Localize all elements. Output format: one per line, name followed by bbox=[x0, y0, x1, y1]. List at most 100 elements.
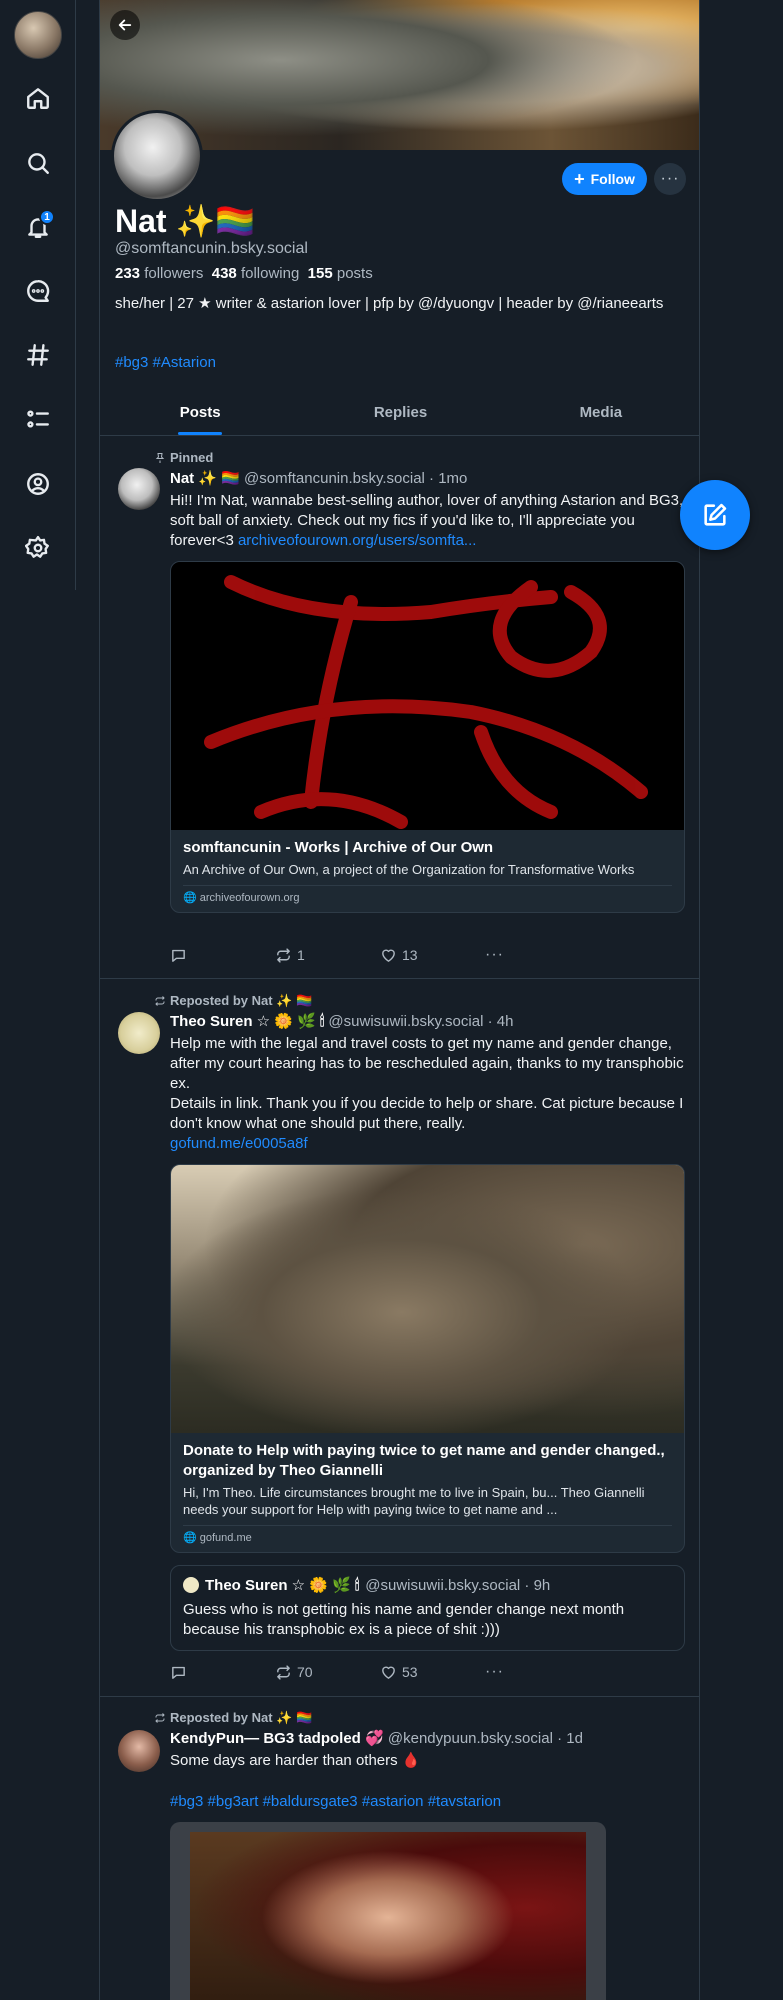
profile-hashtags[interactable]: #bg3 #Astarion bbox=[115, 354, 216, 371]
link-card-domain-text: gofund.me bbox=[199, 1532, 252, 1544]
pinned-label: Pinned bbox=[170, 450, 214, 465]
followers-count[interactable]: 233 bbox=[115, 265, 140, 282]
post-author-name[interactable]: Theo Suren ☆ 🌼 🌿 🕯 bbox=[170, 1013, 324, 1030]
feed-post[interactable]: Reposted by Nat ✨ 🏳️‍🌈 KendyPun— BG3 tad… bbox=[100, 1697, 699, 2000]
plus-icon: + bbox=[574, 169, 585, 189]
heart-icon bbox=[382, 949, 395, 962]
notifications-icon[interactable]: 1 bbox=[22, 209, 55, 243]
profile-display-name: Nat ✨🏳️‍🌈 bbox=[115, 203, 256, 239]
tab-media[interactable]: Media bbox=[501, 396, 699, 435]
profile-column: + Follow ··· Nat ✨🏳️‍🌈 @somftancunin.bsk… bbox=[99, 0, 700, 2000]
link-card-title: somftancunin - Works | Archive of Our Ow… bbox=[183, 839, 494, 856]
profile-stats: 233 followers 438 following 155 posts bbox=[115, 265, 373, 282]
compose-pencil-icon bbox=[704, 503, 727, 526]
heart-icon bbox=[382, 1666, 395, 1679]
like-button[interactable]: 53 bbox=[380, 1663, 485, 1681]
repost-count: 70 bbox=[297, 1664, 313, 1680]
tab-replies[interactable]: Replies bbox=[300, 396, 500, 435]
post-handle-time[interactable]: @suwisuwii.bsky.social · 4h bbox=[328, 1013, 513, 1030]
reply-button[interactable] bbox=[170, 946, 275, 964]
post-options-button[interactable]: ··· bbox=[485, 946, 590, 964]
post-link[interactable]: gofund.me/e0005a8f bbox=[170, 1134, 690, 1154]
link-card-title: Donate to Help with paying twice to get … bbox=[183, 1442, 665, 1479]
post-options-button[interactable]: ··· bbox=[485, 1663, 590, 1681]
like-count: 13 bbox=[402, 947, 418, 963]
repost-count: 1 bbox=[297, 947, 305, 963]
arrow-left-icon bbox=[118, 19, 132, 31]
compose-button[interactable] bbox=[680, 480, 750, 550]
post-body: Some days are harder than others 🩸 bbox=[170, 1752, 421, 1769]
post-header: Theo Suren ☆ 🌼 🌿 🕯 @suwisuwii.bsky.socia… bbox=[170, 1012, 513, 1030]
following-count[interactable]: 438 bbox=[212, 265, 237, 282]
post-author-name[interactable]: KendyPun— BG3 tadpoled 💞 bbox=[170, 1730, 384, 1747]
post-handle-time[interactable]: @somftancunin.bsky.social · 1mo bbox=[244, 470, 467, 487]
post-author-avatar[interactable] bbox=[118, 1730, 160, 1772]
current-user-avatar[interactable] bbox=[14, 11, 62, 59]
reply-icon bbox=[172, 1666, 185, 1679]
link-card-domain: 🌐 archiveofourown.org bbox=[183, 885, 672, 912]
post-author-name[interactable]: Nat ✨ 🏳️‍🌈 bbox=[170, 470, 240, 487]
home-icon[interactable] bbox=[22, 82, 54, 114]
quoted-post[interactable]: Theo Suren ☆ 🌼 🌿 🕯 @suwisuwii.bsky.socia… bbox=[170, 1565, 685, 1651]
link-card-domain: 🌐 gofund.me bbox=[183, 1525, 672, 1552]
post-hashtags[interactable]: #bg3 #bg3art #baldursgate3 #astarion #ta… bbox=[170, 1792, 690, 1812]
link-card[interactable]: Donate to Help with paying twice to get … bbox=[170, 1164, 685, 1553]
back-button[interactable] bbox=[110, 10, 140, 40]
post-media-image bbox=[190, 1832, 586, 2000]
post-actions: 70 53 ··· bbox=[170, 1663, 590, 1681]
post-link[interactable]: archiveofourown.org/users/somfta... bbox=[238, 532, 476, 549]
repost-button[interactable]: 70 bbox=[275, 1663, 380, 1681]
reposted-by-label[interactable]: Reposted by Nat ✨ 🏳️‍🌈 bbox=[170, 1710, 312, 1726]
link-card[interactable]: somftancunin - Works | Archive of Our Ow… bbox=[170, 561, 685, 913]
post-context: Reposted by Nat ✨ 🏳️‍🌈 bbox=[154, 1710, 312, 1726]
follow-label: Follow bbox=[590, 171, 635, 187]
quoted-author-name: Theo Suren ☆ 🌼 🌿 🕯 bbox=[205, 1577, 360, 1594]
repost-icon bbox=[155, 996, 165, 1006]
feed-post[interactable]: Pinned Nat ✨ 🏳️‍🌈 @somftancunin.bsky.soc… bbox=[100, 437, 699, 979]
post-header: Nat ✨ 🏳️‍🌈 @somftancunin.bsky.social · 1… bbox=[170, 469, 467, 487]
profile-avatar[interactable] bbox=[111, 110, 203, 202]
quoted-handle-time: @suwisuwii.bsky.social · 9h bbox=[365, 1576, 551, 1594]
repost-button[interactable]: 1 bbox=[275, 946, 380, 964]
link-card-image bbox=[171, 1165, 684, 1433]
reply-icon bbox=[172, 949, 185, 962]
quoted-author-avatar bbox=[183, 1577, 199, 1593]
chat-icon[interactable] bbox=[22, 275, 54, 307]
repost-icon bbox=[277, 947, 290, 963]
post-body: Help me with the legal and travel costs … bbox=[170, 1035, 684, 1132]
like-count: 53 bbox=[402, 1664, 418, 1680]
posts-label: posts bbox=[336, 265, 373, 282]
tab-posts[interactable]: Posts bbox=[100, 396, 300, 435]
post-author-avatar[interactable] bbox=[118, 468, 160, 510]
link-card-description: An Archive of Our Own, a project of the … bbox=[183, 862, 635, 877]
globe-icon: 🌐 bbox=[183, 1532, 197, 1544]
repost-icon bbox=[277, 1664, 290, 1680]
link-card-domain-text: archiveofourown.org bbox=[199, 892, 300, 904]
feed-post[interactable]: Reposted by Nat ✨ 🏳️‍🌈 Theo Suren ☆ 🌼 🌿 … bbox=[100, 979, 699, 1697]
posts-count: 155 bbox=[307, 265, 333, 282]
feeds-hash-icon[interactable] bbox=[22, 339, 54, 371]
lists-icon[interactable] bbox=[22, 403, 54, 435]
post-media-frame[interactable] bbox=[170, 1822, 606, 2000]
post-text: Hi!! I'm Nat, wannabe best-selling autho… bbox=[170, 491, 690, 551]
repost-icon bbox=[155, 1713, 165, 1723]
link-card-description: Hi, I'm Theo. Life circumstances brought… bbox=[183, 1485, 645, 1517]
followers-label[interactable]: followers bbox=[144, 265, 203, 282]
link-card-image bbox=[171, 562, 684, 830]
like-button[interactable]: 13 bbox=[380, 946, 485, 964]
reposted-by-label[interactable]: Reposted by Nat ✨ 🏳️‍🌈 bbox=[170, 993, 312, 1009]
settings-gear-icon[interactable] bbox=[22, 532, 54, 564]
search-icon[interactable] bbox=[22, 147, 54, 179]
profile-tabs: Posts Replies Media bbox=[100, 396, 699, 436]
profile-icon[interactable] bbox=[22, 468, 54, 500]
follow-button[interactable]: + Follow bbox=[562, 163, 647, 195]
profile-handle: @somftancunin.bsky.social bbox=[115, 240, 308, 257]
post-author-avatar[interactable] bbox=[118, 1012, 160, 1054]
left-nav-rail: 1 bbox=[0, 0, 76, 590]
post-context: Reposted by Nat ✨ 🏳️‍🌈 bbox=[154, 993, 312, 1009]
profile-more-button[interactable]: ··· bbox=[654, 163, 686, 195]
post-handle-time[interactable]: @kendypuun.bsky.social · 1d bbox=[388, 1730, 583, 1747]
following-label[interactable]: following bbox=[241, 265, 299, 282]
reply-button[interactable] bbox=[170, 1663, 275, 1681]
post-context: Pinned bbox=[154, 450, 213, 465]
